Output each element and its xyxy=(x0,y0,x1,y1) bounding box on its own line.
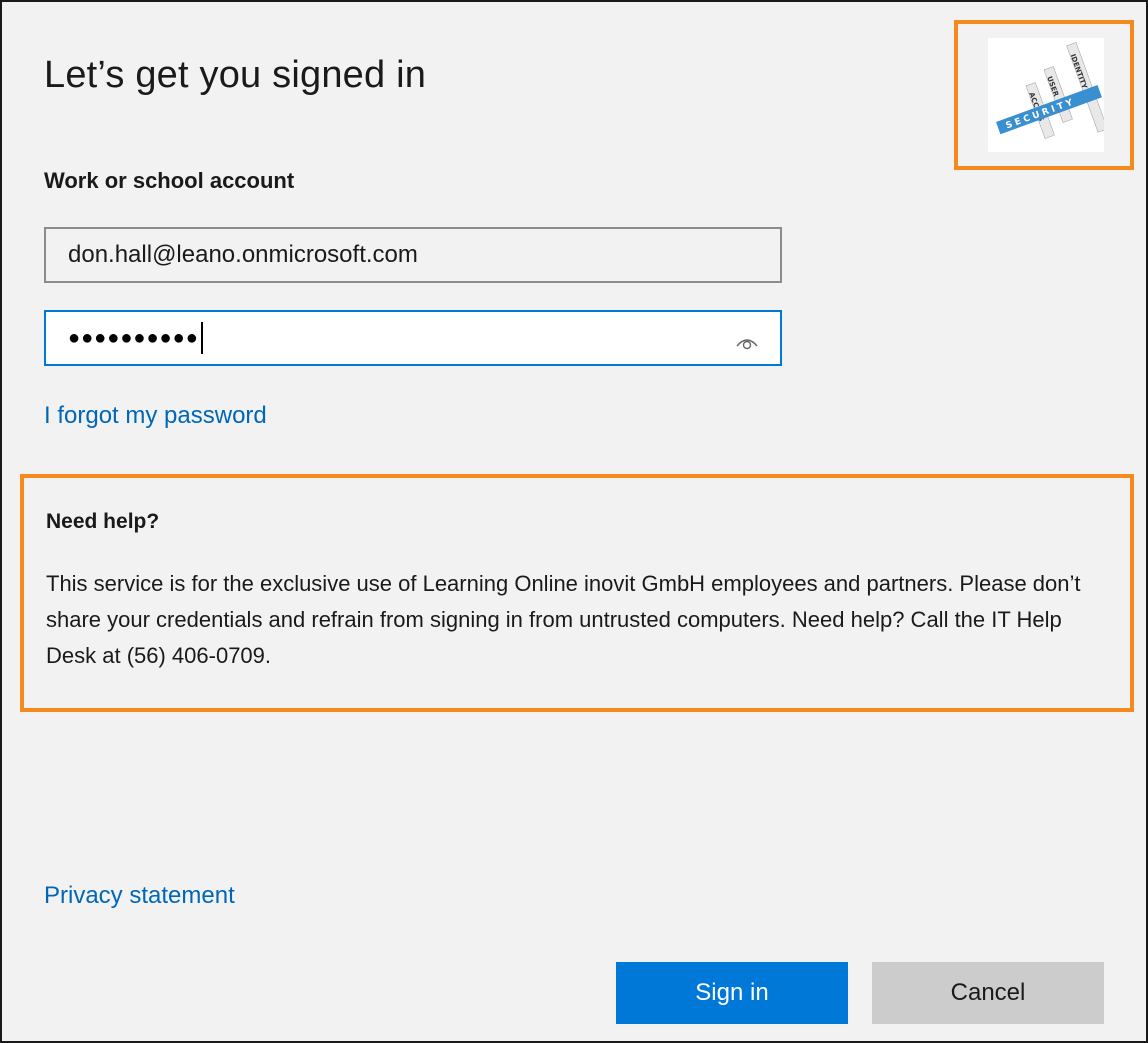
account-label: Work or school account xyxy=(44,168,295,193)
sign-in-dialog: Let’s get you signed in ACCESS USER IDEN… xyxy=(0,0,1148,1043)
password-field[interactable]: ●●●●●●●●●● xyxy=(44,310,782,366)
forgot-password-link[interactable]: I forgot my password xyxy=(44,402,267,430)
password-mask: ●●●●●●●●●● xyxy=(68,327,199,349)
help-text: This service is for the exclusive use of… xyxy=(46,571,1081,668)
cancel-button[interactable]: Cancel xyxy=(872,962,1104,1024)
text-cursor xyxy=(200,322,203,354)
help-title: Need help? xyxy=(46,510,160,533)
security-words-logo-icon: ACCESS USER IDENTITY SECURITY xyxy=(988,38,1108,152)
eye-icon[interactable] xyxy=(736,330,758,350)
email-value: don.hall@leano.onmicrosoft.com xyxy=(68,241,418,268)
email-field[interactable]: don.hall@leano.onmicrosoft.com xyxy=(44,227,782,283)
sign-in-button[interactable]: Sign in xyxy=(616,962,848,1024)
logo-highlight-frame: ACCESS USER IDENTITY SECURITY xyxy=(954,20,1134,170)
page-title: Let’s get you signed in xyxy=(44,54,427,96)
help-section: Need help? This service is for the exclu… xyxy=(20,474,1134,712)
privacy-statement-link[interactable]: Privacy statement xyxy=(44,882,235,910)
